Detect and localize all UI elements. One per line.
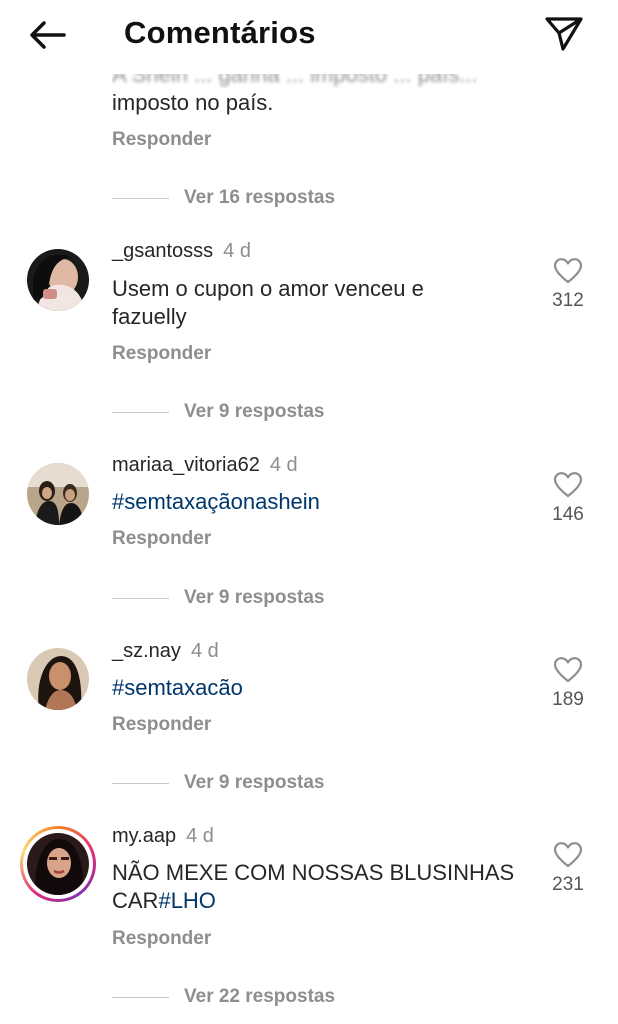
arrow-left-icon <box>30 21 66 49</box>
hashtag-link[interactable]: #LHO <box>158 888 215 913</box>
comment-meta: mariaa_vitoria62 4 d <box>112 454 298 477</box>
comment-text-line2: CAR#LHO <box>112 887 532 915</box>
divider-line <box>112 411 169 413</box>
view-replies-button[interactable]: Ver 9 respostas <box>112 400 324 424</box>
divider-line <box>112 996 169 998</box>
divider-line <box>112 197 169 199</box>
reply-button[interactable]: Responder <box>112 928 211 950</box>
divider-line <box>112 782 169 784</box>
reply-button[interactable]: Responder <box>112 714 211 736</box>
heart-icon[interactable] <box>553 471 583 498</box>
view-replies-button[interactable]: Ver 9 respostas <box>112 771 324 795</box>
view-replies-button[interactable]: Ver 22 respostas <box>112 985 335 1009</box>
username[interactable]: _sz.nay <box>112 640 181 662</box>
timestamp: 4 d <box>186 825 214 847</box>
view-replies-button[interactable]: Ver 9 respostas <box>112 586 324 610</box>
username[interactable]: my.aap <box>112 825 176 847</box>
view-replies-label: Ver 9 respostas <box>184 401 325 422</box>
username[interactable]: _gsantosss <box>112 240 213 262</box>
comment-text-line: Usem o cupon o amor venceu e <box>112 276 424 301</box>
share-button[interactable] <box>542 14 586 54</box>
app-header: Comentários <box>0 0 618 70</box>
timestamp: 4 d <box>223 240 251 262</box>
heart-icon[interactable] <box>553 841 583 868</box>
avatar[interactable] <box>27 648 89 710</box>
story-ring[interactable] <box>20 826 96 902</box>
heart-icon[interactable] <box>553 257 583 284</box>
username[interactable]: mariaa_vitoria62 <box>112 454 260 476</box>
like-control: 189 <box>546 656 590 711</box>
avatar[interactable] <box>27 463 89 525</box>
timestamp: 4 d <box>269 454 298 476</box>
page-title: Comentários <box>124 15 316 50</box>
hashtag-link[interactable]: #semtaxaçãonashein <box>112 489 320 514</box>
comment-text-line: NÃO MEXE COM NOSSAS BLUSINHAS <box>112 860 515 885</box>
heart-icon[interactable] <box>553 656 583 683</box>
comment-body: #semtaxacão <box>112 674 532 702</box>
timestamp: 4 d <box>190 640 219 662</box>
comment-body: Usem o cupon o amor venceu e fazuelly <box>112 275 532 331</box>
comment-meta: my.aap 4 d <box>112 825 214 848</box>
reply-button[interactable]: Responder <box>112 528 211 550</box>
like-count: 146 <box>552 504 584 525</box>
like-control: 146 <box>546 471 590 526</box>
reply-button[interactable]: Responder <box>112 129 211 151</box>
view-replies-label: Ver 9 respostas <box>184 772 325 793</box>
comment-text: imposto no país. <box>112 90 274 115</box>
reply-button[interactable]: Responder <box>112 343 211 365</box>
like-count: 312 <box>552 290 584 311</box>
view-replies-label: Ver 22 respostas <box>184 986 336 1007</box>
comment-text: CAR <box>112 888 159 913</box>
hashtag-link[interactable]: #semtaxacão <box>112 675 243 700</box>
like-control: 312 <box>546 257 590 312</box>
view-replies-button[interactable]: Ver 16 respostas <box>112 186 335 210</box>
comment-body: NÃO MEXE COM NOSSAS BLUSINHAS CAR#LHO <box>112 859 532 915</box>
comment-meta: _gsantosss 4 d <box>112 240 251 263</box>
paper-plane-icon <box>545 17 583 51</box>
view-replies-label: Ver 9 respostas <box>184 587 325 608</box>
comment-meta: _sz.nay 4 d <box>112 640 219 663</box>
divider-line <box>112 597 169 599</box>
view-replies-label: Ver 16 respostas <box>184 187 336 208</box>
like-count: 231 <box>552 874 584 895</box>
avatar[interactable] <box>27 249 89 311</box>
comment-body: #semtaxaçãonashein <box>112 488 532 516</box>
comment-text-line: fazuelly <box>112 304 187 329</box>
like-count: 189 <box>552 689 584 710</box>
back-button[interactable] <box>26 15 70 55</box>
avatar[interactable] <box>27 833 89 895</box>
like-control: 231 <box>546 841 590 896</box>
